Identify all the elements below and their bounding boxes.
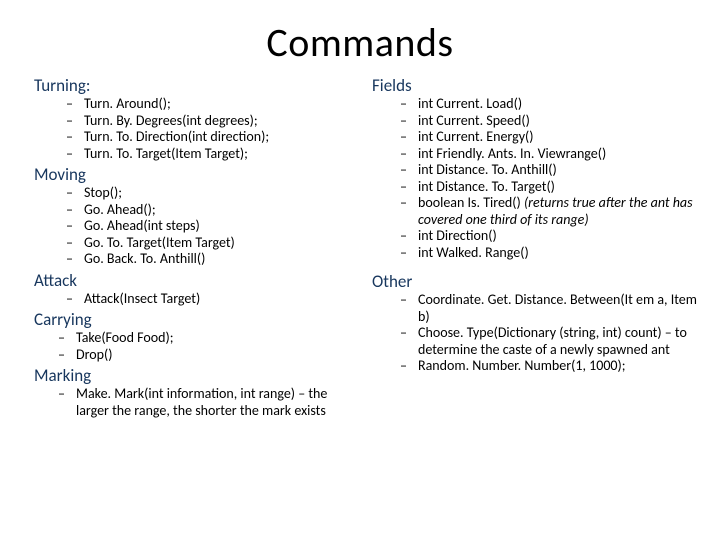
heading-marking: Marking bbox=[34, 365, 372, 386]
list-fields: int Current. Load() int Current. Speed()… bbox=[372, 96, 720, 261]
slide: Commands Turning: Turn. Around(); Turn. … bbox=[0, 18, 720, 540]
left-column: Turning: Turn. Around(); Turn. By. Degre… bbox=[0, 75, 372, 421]
slide-title: Commands bbox=[0, 18, 720, 67]
list-item: Random. Number. Number(1, 1000); bbox=[418, 358, 698, 375]
list-item: Turn. Around(); bbox=[84, 96, 372, 113]
list-item: Coordinate. Get. Distance. Between(It em… bbox=[418, 292, 698, 325]
list-item: int Current. Energy() bbox=[418, 129, 698, 146]
content-columns: Turning: Turn. Around(); Turn. By. Degre… bbox=[0, 75, 720, 421]
list-item: int Walked. Range() bbox=[418, 245, 698, 262]
list-other: Coordinate. Get. Distance. Between(It em… bbox=[372, 292, 720, 375]
list-item: int Distance. To. Anthill() bbox=[418, 162, 698, 179]
list-item: Drop() bbox=[76, 347, 372, 364]
list-item: int Distance. To. Target() bbox=[418, 179, 698, 196]
list-item: int Current. Load() bbox=[418, 96, 698, 113]
heading-fields: Fields bbox=[372, 75, 720, 96]
list-item: int Direction() bbox=[418, 228, 698, 245]
list-carrying: Take(Food Food); Drop() bbox=[34, 330, 372, 363]
list-item: Turn. To. Target(Item Target); bbox=[84, 146, 372, 163]
heading-turning: Turning: bbox=[34, 75, 372, 96]
heading-other: Other bbox=[372, 271, 720, 292]
list-marking: Make. Mark(int information, int range) –… bbox=[34, 386, 372, 419]
list-item: Take(Food Food); bbox=[76, 330, 372, 347]
list-item: Turn. By. Degrees(int degrees); bbox=[84, 113, 372, 130]
list-item: boolean Is. Tired() (returns true after … bbox=[418, 195, 698, 228]
list-item: Choose. Type(Dictionary (string, int) co… bbox=[418, 325, 698, 358]
list-turning: Turn. Around(); Turn. By. Degrees(int de… bbox=[34, 96, 372, 162]
list-item: int Current. Speed() bbox=[418, 113, 698, 130]
list-attack: Attack(Insect Target) bbox=[34, 291, 372, 308]
list-item: Go. Ahead(); bbox=[84, 202, 372, 219]
heading-moving: Moving bbox=[34, 164, 372, 185]
list-item: Attack(Insect Target) bbox=[84, 291, 372, 308]
list-item: Turn. To. Direction(int direction); bbox=[84, 129, 372, 146]
list-item: int Friendly. Ants. In. Viewrange() bbox=[418, 146, 698, 163]
list-item: Go. Back. To. Anthill() bbox=[84, 251, 372, 268]
list-item: Go. To. Target(Item Target) bbox=[84, 235, 372, 252]
heading-attack: Attack bbox=[34, 270, 372, 291]
list-item-text: boolean Is. Tired() bbox=[418, 194, 524, 211]
list-item: Stop(); bbox=[84, 185, 372, 202]
heading-carrying: Carrying bbox=[34, 309, 372, 330]
list-moving: Stop(); Go. Ahead(); Go. Ahead(int steps… bbox=[34, 185, 372, 268]
list-item: Go. Ahead(int steps) bbox=[84, 218, 372, 235]
right-column: Fields int Current. Load() int Current. … bbox=[372, 75, 720, 421]
list-item: Make. Mark(int information, int range) –… bbox=[76, 386, 362, 419]
